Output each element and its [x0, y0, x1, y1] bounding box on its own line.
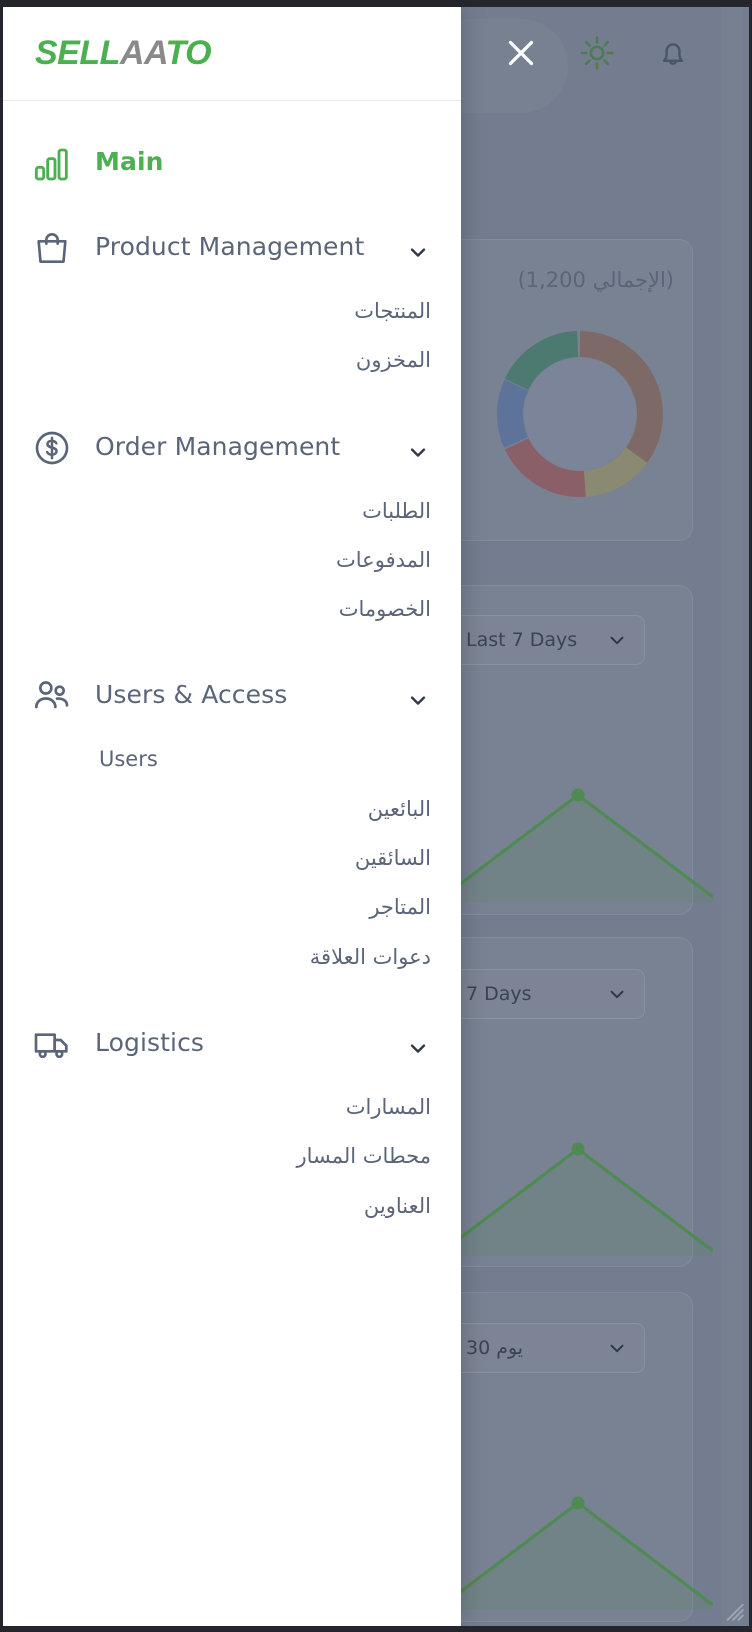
submenu-item-label: المنتجات	[354, 299, 431, 323]
range-dropdown-2[interactable]: 7 Days	[445, 969, 645, 1019]
submenu-item[interactable]: محطات المسار	[3, 1132, 461, 1181]
submenu-product-management: المنتجات المخزون	[3, 283, 461, 416]
bar-chart-icon	[31, 142, 73, 184]
logo-part-3: TO	[165, 34, 212, 72]
chevron-down-icon	[610, 1344, 624, 1353]
submenu-item-label: العناوين	[363, 1193, 431, 1218]
sidebar-item-main[interactable]: Main	[3, 131, 461, 198]
submenu-logistics: المسارات محطات المسار العناوين	[3, 1079, 461, 1261]
submenu-item[interactable]: السائقين	[3, 834, 461, 883]
range-dropdown-3-value: يوم 30	[466, 1337, 524, 1359]
chevron-down-icon[interactable]	[405, 1035, 431, 1061]
sparkline-1	[443, 777, 713, 902]
submenu-order-management: الطلبات المدفوعات الخصومات	[3, 483, 461, 665]
logo-part-2: AA	[119, 34, 166, 72]
sparkline-2-svg	[443, 1142, 713, 1256]
sidebar-section-product-management: Product Management المنتجات المخزون	[3, 216, 461, 416]
submenu-item-label: المدفوعات	[336, 547, 431, 572]
submenu-item-label: Users	[99, 747, 158, 772]
sidebar-item-product-management[interactable]: Product Management	[3, 216, 461, 283]
topbar-actions	[503, 35, 691, 71]
range-dropdown-1[interactable]: Last 7 Days	[445, 615, 645, 665]
submenu-item[interactable]: المتاجر	[3, 883, 461, 932]
chevron-down-icon[interactable]	[405, 687, 431, 713]
dollar-circle-icon	[31, 427, 73, 469]
submenu-users-access: Users البائعين السائقين المتاجر دعوات ال…	[3, 731, 461, 1011]
sidebar-item-order-management-label: Order Management	[95, 431, 341, 461]
submenu-item[interactable]: الطلبات	[3, 487, 461, 536]
submenu-item-label: البائعين	[367, 796, 431, 821]
navigation-drawer: SELLAATO Main Product Management المنتجا…	[3, 7, 461, 1626]
logo-part-1: SELL	[35, 34, 120, 72]
submenu-item-label: دعوات العلاقة	[309, 944, 431, 969]
sidebar-section-logistics: Logistics المسارات محطات المسار العناوين	[3, 1012, 461, 1261]
submenu-item[interactable]: البائعين	[3, 785, 461, 834]
app-page: (الإجمالي 1,200) Last 7 Days 7 Days يوم …	[3, 7, 749, 1626]
sidebar-item-logistics-label: Logistics	[95, 1027, 205, 1057]
submenu-item-label: المتاجر	[369, 895, 431, 920]
sidebar-item-product-management-label: Product Management	[95, 232, 365, 261]
shopping-bag-icon	[31, 227, 73, 269]
submenu-item[interactable]: المنتجات	[3, 287, 461, 336]
sidebar-nav: Main Product Management المنتجات المخزون…	[3, 101, 461, 1261]
submenu-item[interactable]: المدفوعات	[3, 536, 461, 585]
donut-chart	[494, 328, 666, 500]
resize-grip-icon[interactable]	[719, 1596, 745, 1622]
submenu-item[interactable]: المخزون	[3, 336, 461, 385]
brand-header: SELLAATO	[3, 7, 461, 101]
browser-viewport: (الإجمالي 1,200) Last 7 Days 7 Days يوم …	[0, 0, 752, 1632]
users-icon	[31, 675, 73, 717]
range-dropdown-2-value: 7 Days	[466, 983, 532, 1005]
submenu-item-label: المسارات	[345, 1094, 431, 1119]
range-dropdown-1-value: Last 7 Days	[466, 629, 578, 651]
vertical-scrollbar[interactable]	[722, 7, 743, 1626]
submenu-item[interactable]: المسارات	[3, 1083, 461, 1132]
chevron-down-icon[interactable]	[405, 439, 431, 465]
submenu-item[interactable]: Users	[3, 735, 461, 784]
close-x-icon[interactable]	[503, 35, 539, 71]
sidebar-section-users-access: Users & Access Users البائعين السائقين ا…	[3, 664, 461, 1011]
submenu-item-label: الطلبات	[362, 498, 431, 523]
sidebar-item-logistics[interactable]: Logistics	[3, 1012, 461, 1079]
sparkline-2	[443, 1131, 713, 1256]
sidebar-item-users-access[interactable]: Users & Access	[3, 664, 461, 731]
bell-icon[interactable]	[655, 35, 691, 71]
submenu-item-label: محطات المسار	[296, 1144, 431, 1169]
sparkline-1-svg	[443, 788, 713, 902]
donut-center-hole	[524, 358, 636, 470]
sidebar-section-order-management: Order Management الطلبات المدفوعات الخصو…	[3, 416, 461, 665]
submenu-item[interactable]: دعوات العلاقة	[3, 933, 461, 982]
submenu-item-label: المخزون	[355, 348, 431, 373]
submenu-item[interactable]: الخصومات	[3, 585, 461, 634]
chevron-down-icon	[610, 990, 624, 999]
chevron-down-icon[interactable]	[405, 239, 431, 265]
sidebar-item-order-management[interactable]: Order Management	[3, 416, 461, 483]
truck-icon	[31, 1023, 73, 1065]
range-dropdown-3[interactable]: يوم 30	[445, 1323, 645, 1373]
chevron-down-icon	[610, 636, 624, 645]
sidebar-item-main-label: Main	[95, 147, 164, 176]
sidebar-section-main: Main	[3, 131, 461, 198]
donut-total-label: (الإجمالي 1,200)	[517, 268, 674, 292]
sun-icon[interactable]	[579, 35, 615, 71]
submenu-item-label: الخصومات	[338, 597, 431, 622]
sparkline-3-svg	[443, 1496, 713, 1610]
submenu-item-label: السائقين	[354, 846, 431, 871]
sidebar-item-users-access-label: Users & Access	[95, 680, 288, 710]
sparkline-3	[443, 1485, 713, 1610]
app-logo[interactable]: SELLAATO	[35, 34, 212, 73]
submenu-item[interactable]: العناوين	[3, 1182, 461, 1231]
